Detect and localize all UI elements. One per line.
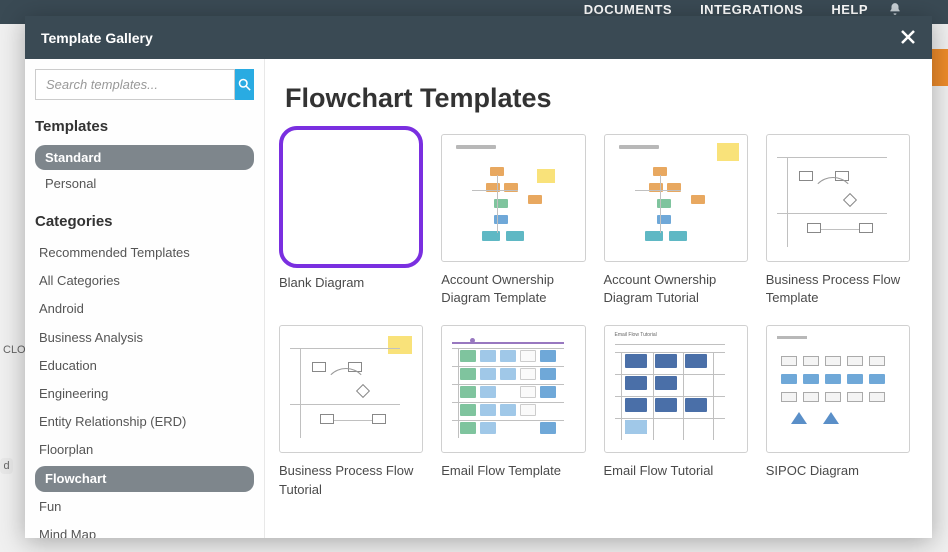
template-type-list: Standard Personal (35, 145, 254, 197)
template-label: Blank Diagram (279, 274, 423, 292)
template-card-email-flow-template[interactable]: Email Flow Template (441, 325, 585, 498)
nav-integrations[interactable]: INTEGRATIONS (700, 2, 803, 17)
category-entity-relationship-erd-[interactable]: Entity Relationship (ERD) (35, 409, 254, 435)
orange-accent (932, 49, 948, 86)
template-label: Email Flow Tutorial (604, 462, 748, 480)
category-floorplan[interactable]: Floorplan (35, 437, 254, 463)
template-thumbnail (604, 134, 748, 262)
category-fun[interactable]: Fun (35, 494, 254, 520)
search-row (35, 69, 254, 100)
template-thumbnail (441, 325, 585, 453)
search-button[interactable] (235, 69, 254, 100)
template-thumbnail (766, 134, 910, 262)
modal-header: Template Gallery (25, 16, 932, 59)
template-card-blank-diagram[interactable]: Blank Diagram (279, 134, 423, 307)
sidebar: Templates Standard Personal Categories R… (25, 59, 265, 538)
category-list: Recommended TemplatesAll CategoriesAndro… (35, 240, 254, 538)
templates-heading: Templates (35, 118, 254, 135)
template-type-personal[interactable]: Personal (35, 171, 254, 196)
template-label: Email Flow Template (441, 462, 585, 480)
template-card-email-flow-tutorial[interactable]: Email Flow Tutorial Email Flow Tutorial (604, 325, 748, 498)
modal-body: Templates Standard Personal Categories R… (25, 59, 932, 538)
content-title: Flowchart Templates (285, 83, 910, 114)
category-education[interactable]: Education (35, 353, 254, 379)
template-card-business-process-flow-tutorial[interactable]: Business Process Flow Tutorial (279, 325, 423, 498)
search-input[interactable] (35, 69, 235, 100)
modal-title: Template Gallery (41, 30, 153, 46)
template-thumbnail (441, 134, 585, 262)
template-grid: Blank Diagram Account Ownership Diagram … (279, 134, 910, 499)
template-card-sipoc-diagram[interactable]: SIPOC Diagram (766, 325, 910, 498)
template-label: SIPOC Diagram (766, 462, 910, 480)
category-android[interactable]: Android (35, 296, 254, 322)
template-gallery-modal: Template Gallery Templates Standard Pers… (25, 16, 932, 538)
template-card-business-process-flow-template[interactable]: Business Process Flow Template (766, 134, 910, 307)
nav-documents[interactable]: DOCUMENTS (584, 2, 672, 17)
category-all-categories[interactable]: All Categories (35, 268, 254, 294)
template-label: Business Process Flow Template (766, 271, 910, 307)
category-flowchart[interactable]: Flowchart (35, 466, 254, 492)
template-thumbnail (766, 325, 910, 453)
template-label: Account Ownership Diagram Template (441, 271, 585, 307)
template-card-account-ownership-diagram-tutorial[interactable]: Account Ownership Diagram Tutorial (604, 134, 748, 307)
template-label: Account Ownership Diagram Tutorial (604, 271, 748, 307)
category-engineering[interactable]: Engineering (35, 381, 254, 407)
template-label: Business Process Flow Tutorial (279, 462, 423, 498)
category-mind-map[interactable]: Mind Map (35, 522, 254, 538)
template-content: Flowchart Templates Blank Diagram Accoun… (265, 59, 932, 538)
close-button[interactable] (900, 27, 916, 49)
category-business-analysis[interactable]: Business Analysis (35, 325, 254, 351)
template-thumbnail: Email Flow Tutorial (604, 325, 748, 453)
nav-help[interactable]: HELP (831, 2, 868, 17)
template-card-account-ownership-diagram-template[interactable]: Account Ownership Diagram Template (441, 134, 585, 307)
categories-heading: Categories (35, 213, 254, 230)
template-thumbnail (279, 325, 423, 453)
template-thumbnail (279, 126, 423, 268)
category-recommended-templates[interactable]: Recommended Templates (35, 240, 254, 266)
template-type-standard[interactable]: Standard (35, 145, 254, 170)
